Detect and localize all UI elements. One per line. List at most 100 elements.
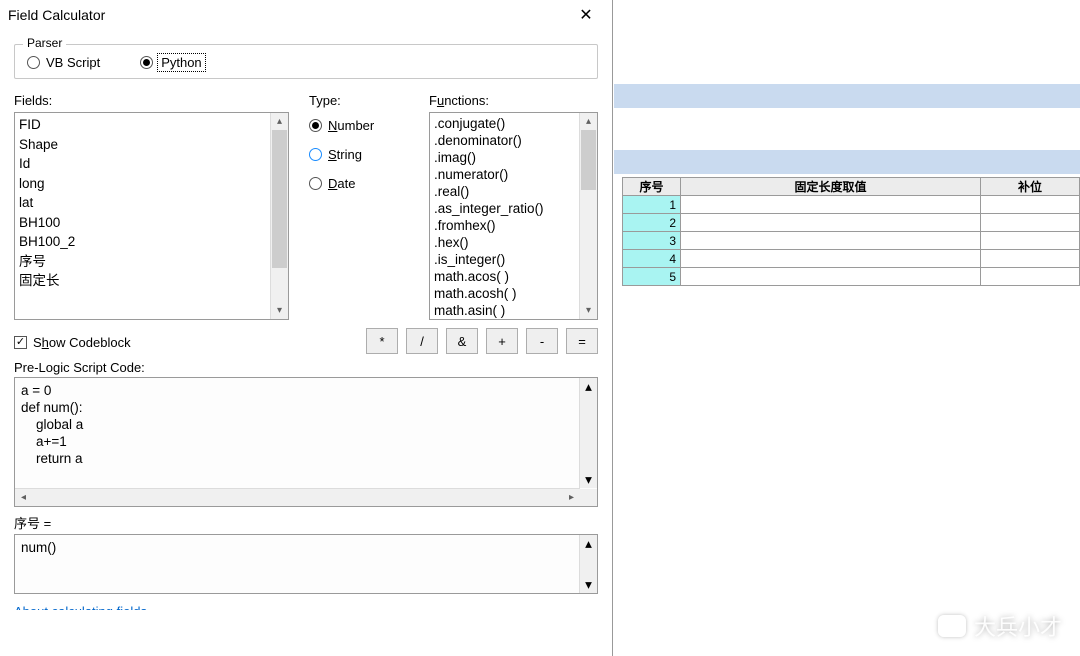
cell[interactable] [681,250,981,268]
dialog-title: Field Calculator [8,7,566,23]
parser-python-radio[interactable]: Python [140,55,203,70]
function-item[interactable]: math.asin( ) [434,302,593,319]
expression-textarea[interactable]: num() ▴ ▾ [14,534,598,594]
type-date-radio[interactable]: Date [309,176,409,191]
operator-buttons: * / & + - = [366,328,598,354]
field-calculator-dialog: Field Calculator ✕ Parser VB Script Pyth… [0,0,613,656]
attribute-grid: 序号 固定长度取值 补位 1 2 3 [622,177,1080,286]
scroll-up-icon[interactable]: ▴ [580,535,597,552]
op-minus-button[interactable]: - [526,328,558,354]
type-label: Type: [309,93,409,108]
functions-scrollbar[interactable]: ▴ ▾ [579,113,597,319]
cell[interactable] [681,232,981,250]
field-item[interactable]: lat [19,193,284,213]
col-header-fixed-length[interactable]: 固定长度取值 [681,178,981,196]
field-item[interactable]: Shape [19,135,284,155]
cell[interactable] [681,268,981,286]
parser-vbscript-radio[interactable]: VB Script [27,55,100,70]
table-row[interactable]: 1 [623,196,1080,214]
function-item[interactable]: .is_integer() [434,251,593,268]
col-header-pad[interactable]: 补位 [981,178,1080,196]
toolbar-stripe [614,84,1080,108]
cell[interactable] [981,196,1080,214]
radio-icon [140,56,153,69]
cell[interactable] [981,232,1080,250]
scroll-down-icon[interactable]: ▾ [580,302,597,319]
fields-scrollbar[interactable]: ▴ ▾ [270,113,288,319]
cell-seq: 4 [623,250,681,268]
scroll-up-icon[interactable]: ▴ [271,113,288,130]
op-concat-button[interactable]: & [446,328,478,354]
op-plus-button[interactable]: + [486,328,518,354]
field-item[interactable]: FID [19,115,284,135]
cell[interactable] [681,214,981,232]
scroll-down-icon[interactable]: ▾ [580,576,597,593]
col-header-seq[interactable]: 序号 [623,178,681,196]
function-item[interactable]: .real() [434,183,593,200]
field-item[interactable]: BH100 [19,213,284,233]
field-item[interactable]: 序号 [19,252,284,272]
parser-group: Parser VB Script Python [14,44,598,79]
parser-python-label: Python [159,55,203,70]
op-multiply-button[interactable]: * [366,328,398,354]
function-item[interactable]: .imag() [434,149,593,166]
scroll-up-icon[interactable]: ▴ [580,378,597,395]
table-row[interactable]: 4 [623,250,1080,268]
watermark: 大兵小才 [938,610,1062,642]
cell[interactable] [681,196,981,214]
type-string-radio[interactable]: String [309,147,409,162]
prelogic-vscrollbar[interactable]: ▴ ▾ [579,378,597,488]
function-item[interactable]: .numerator() [434,166,593,183]
prelogic-textarea[interactable]: a = 0 def num(): global a a+=1 return a … [14,377,598,507]
scroll-down-icon[interactable]: ▾ [580,471,597,488]
expression-label: 序号 = [14,513,598,532]
type-number-radio[interactable]: Number [309,118,409,133]
function-item[interactable]: .hex() [434,234,593,251]
cell-seq: 1 [623,196,681,214]
table-row[interactable]: 2 [623,214,1080,232]
fields-label: Fields: [14,93,289,108]
close-button[interactable]: ✕ [566,2,606,28]
field-item[interactable]: Id [19,154,284,174]
show-codeblock-checkbox[interactable]: ✓ Show Codeblock [14,335,131,350]
scroll-left-icon[interactable]: ◂ [15,489,32,506]
watermark-text: 大兵小才 [974,610,1062,642]
wechat-icon [938,615,966,637]
functions-listbox[interactable]: .conjugate() .denominator() .imag() .num… [429,112,598,320]
cell-seq: 2 [623,214,681,232]
scroll-up-icon[interactable]: ▴ [580,113,597,130]
parser-vbscript-label: VB Script [46,55,100,70]
cell[interactable] [981,250,1080,268]
parser-legend: Parser [23,36,66,50]
function-item[interactable]: .as_integer_ratio() [434,200,593,217]
table-row[interactable]: 5 [623,268,1080,286]
function-item[interactable]: .denominator() [434,132,593,149]
expr-vscrollbar[interactable]: ▴ ▾ [579,535,597,593]
prelogic-content: a = 0 def num(): global a a+=1 return a [15,378,597,471]
table-row[interactable]: 3 [623,232,1080,250]
cell[interactable] [981,214,1080,232]
field-item[interactable]: 固定长 [19,271,284,291]
scroll-right-icon[interactable]: ▸ [563,489,580,506]
type-string-label: String [328,147,362,162]
field-item[interactable]: BH100_2 [19,232,284,252]
op-divide-button[interactable]: / [406,328,438,354]
radio-icon [309,119,322,132]
prelogic-hscrollbar[interactable]: ◂ ▸ [15,488,580,506]
function-item[interactable]: math.acosh( ) [434,285,593,302]
expression-content: num() [15,535,597,560]
background-attribute-table: 序号 固定长度取值 补位 1 2 3 [614,0,1080,656]
function-item[interactable]: math.acos( ) [434,268,593,285]
field-item[interactable]: long [19,174,284,194]
table-header-row: 序号 固定长度取值 补位 [623,178,1080,196]
scroll-down-icon[interactable]: ▾ [271,302,288,319]
function-item[interactable]: .conjugate() [434,115,593,132]
radio-icon [309,177,322,190]
function-item[interactable]: .fromhex() [434,217,593,234]
cell[interactable] [981,268,1080,286]
fields-listbox[interactable]: FID Shape Id long lat BH100 BH100_2 序号 固… [14,112,289,320]
cell-seq: 3 [623,232,681,250]
about-link[interactable]: About calculating fields [14,604,598,610]
op-equals-button[interactable]: = [566,328,598,354]
toolbar-stripe-2 [614,150,1080,174]
